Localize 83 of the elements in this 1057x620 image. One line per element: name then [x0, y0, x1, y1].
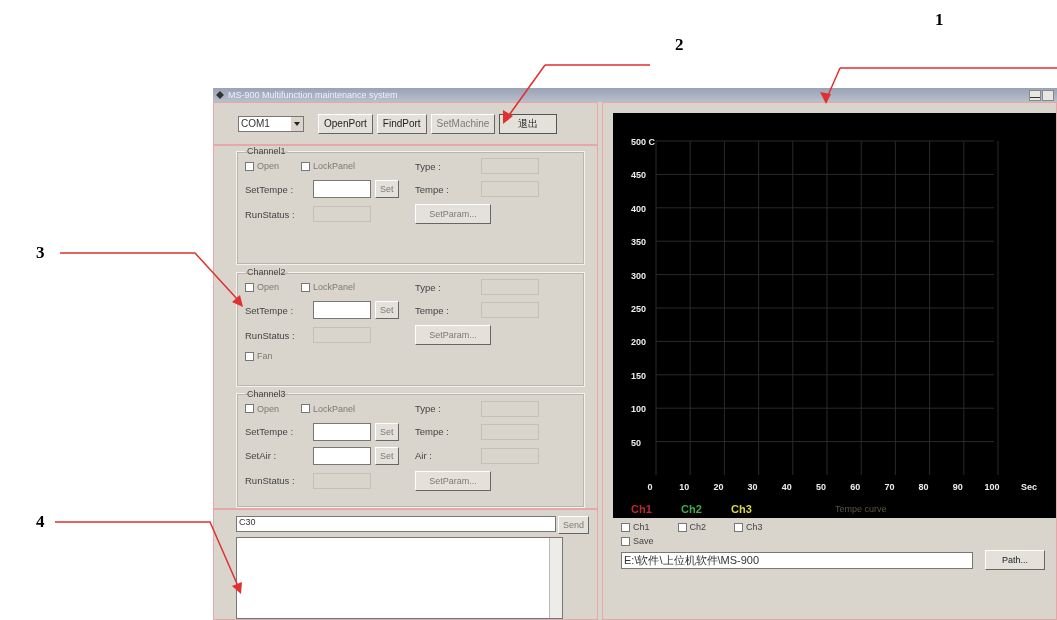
callout-number: 3	[36, 243, 45, 263]
scrollbar[interactable]	[549, 538, 562, 618]
axis-tick-label: 100	[984, 482, 1000, 492]
axis-tick-label: 50	[816, 482, 826, 492]
toolbar-button[interactable]: FindPort	[376, 113, 427, 134]
axis-tick-label: 70	[884, 482, 895, 492]
callout-number: 2	[675, 35, 684, 55]
axis-tick-label: 150	[631, 370, 647, 381]
param-button[interactable]: SetParam...	[415, 470, 491, 491]
axis-tick-label: 450	[631, 170, 647, 181]
field-label: SetAir :	[245, 450, 278, 462]
axis-tick-label: 400	[631, 203, 647, 214]
axis-tick-label: 90	[952, 482, 963, 492]
port-dropdown[interactable]: COM1	[238, 115, 304, 132]
group-title: Channel2	[246, 267, 287, 278]
axis-tick-label: 200	[631, 337, 647, 348]
field-label: SetTempe :	[245, 304, 295, 316]
checkbox[interactable]: Open	[245, 282, 280, 293]
param-button[interactable]: SetParam...	[415, 325, 491, 346]
chart-title: Tempe curve	[835, 504, 887, 514]
axis-tick-label: 40	[781, 482, 792, 492]
checkbox[interactable]: LockPanel	[301, 403, 356, 414]
field-label: Type :	[415, 160, 442, 172]
app-icon	[216, 91, 224, 99]
checkbox[interactable]: Save	[621, 536, 654, 546]
axis-tick-label: 60	[850, 482, 861, 492]
field-label: Tempe :	[415, 304, 450, 316]
param-button[interactable]: SetParam...	[415, 204, 491, 224]
legend-label: Ch3	[731, 503, 752, 515]
callout-number: 1	[935, 10, 944, 30]
set-button[interactable]: Set	[375, 180, 399, 198]
axis-tick-label: 100	[631, 404, 647, 415]
command-field[interactable]: C30	[236, 516, 556, 532]
input-field[interactable]	[313, 301, 371, 320]
set-button[interactable]: Set	[375, 422, 399, 441]
axis-label: Sec	[1021, 482, 1037, 492]
group-title: Channel1	[246, 146, 287, 156]
checkbox[interactable]: Open	[245, 403, 280, 414]
field-label: RunStatus :	[245, 208, 296, 220]
field-label: Type :	[415, 281, 442, 293]
legend-label: Ch1	[631, 503, 652, 515]
checkbox[interactable]: Open	[245, 161, 280, 171]
axis-tick-label: 350	[631, 237, 647, 248]
checkbox[interactable]: LockPanel	[301, 282, 356, 293]
toolbar-button[interactable]: OpenPort	[318, 113, 373, 134]
set-button[interactable]: Set	[375, 446, 399, 465]
send-button[interactable]: Send	[557, 516, 589, 534]
axis-tick-label: 80	[918, 482, 929, 492]
field-label: Tempe :	[415, 426, 450, 438]
axis-tick-label: 30	[747, 482, 758, 492]
axis-tick-label: 250	[631, 304, 647, 314]
field-label: SetTempe :	[245, 183, 295, 195]
minimize-button[interactable]	[1029, 89, 1041, 101]
axis-tick-label: 500 C	[631, 137, 656, 147]
axis-tick-label: 0	[647, 482, 653, 492]
input-field[interactable]	[313, 422, 371, 441]
checkbox[interactable]: Ch1	[621, 522, 650, 532]
input-field[interactable]	[313, 180, 371, 198]
field-label: Type :	[415, 403, 442, 415]
field-label: Air :	[415, 450, 433, 462]
input-field[interactable]	[313, 446, 371, 465]
set-button[interactable]: Set	[375, 301, 399, 320]
dropdown-icon	[291, 116, 303, 131]
checkbox[interactable]: Fan	[245, 351, 273, 362]
axis-tick-label: 50	[631, 437, 641, 448]
field-label: Tempe :	[415, 183, 450, 195]
axis-tick-label: 20	[713, 482, 724, 492]
legend-label: Ch2	[681, 503, 702, 515]
axis-tick-label: 300	[631, 270, 647, 281]
checkbox[interactable]: Ch2	[677, 522, 707, 532]
toolbar-button[interactable]: 退出	[499, 113, 558, 134]
field-label: RunStatus :	[245, 329, 296, 341]
window-title: MS-900 Multifunction maintenance system	[228, 90, 398, 100]
group-title: Channel3	[246, 388, 287, 399]
callout-number: 4	[36, 512, 45, 532]
field-label: RunStatus :	[245, 475, 296, 487]
checkbox[interactable]: LockPanel	[301, 161, 356, 171]
axis-tick-label: 10	[679, 482, 690, 492]
path-button[interactable]: Path...	[985, 550, 1045, 570]
field-label: SetTempe :	[245, 426, 295, 438]
log-area[interactable]	[236, 537, 563, 619]
checkbox[interactable]: Ch3	[734, 522, 763, 532]
path-field[interactable]: E:\软件\上位机软件\MS-900	[621, 551, 973, 569]
